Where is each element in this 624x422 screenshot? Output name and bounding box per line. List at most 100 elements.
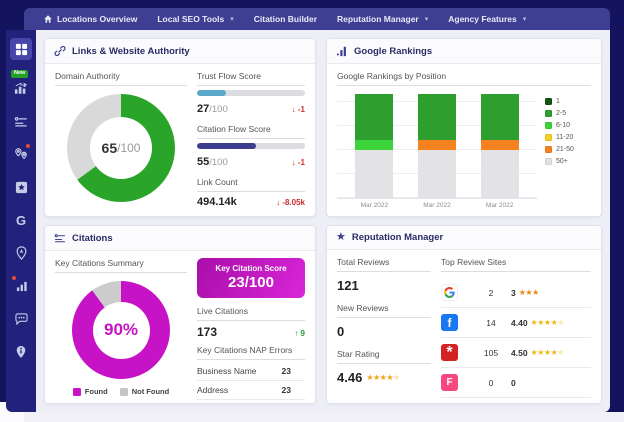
bar-chart-icon (336, 45, 348, 57)
nav-agency-features[interactable]: Agency Features▾ (439, 8, 535, 30)
panel-header: ★ Reputation Manager (327, 226, 601, 250)
sidebar-item-map-pins[interactable] (10, 143, 32, 165)
nav-reputation-manager[interactable]: Reputation Manager▾ (328, 8, 437, 30)
star-rating-stars: ★★★★★ (366, 374, 399, 382)
domain-authority-label: Domain Authority (55, 71, 187, 86)
bar-segment-21-50 (418, 140, 456, 150)
star-rating: Star Rating 4.46★★★★★ (337, 349, 431, 385)
rankings-chart-icon (14, 82, 28, 95)
google-g-icon: G (16, 213, 26, 228)
stacked-bar (418, 94, 456, 198)
citations-summary-label: Key Citations Summary (55, 258, 187, 273)
panel-header: Google Rankings (327, 39, 601, 64)
chevron-down-icon: ▾ (425, 15, 429, 23)
sidebar-item-reviews[interactable] (10, 176, 32, 198)
citations-donut-legend: Found Not Found (55, 387, 187, 396)
nap-row-business-name: Business Name 23 (197, 362, 305, 381)
info-pin-icon (15, 345, 27, 359)
bar-segment-2-5 (355, 94, 393, 140)
citations-donut: 90% (72, 281, 170, 379)
rankings-subtitle: Google Rankings by Position (337, 71, 591, 86)
sidebar-item-chat[interactable] (10, 308, 32, 330)
legend-item: 2-5 (545, 110, 591, 117)
nav-local-seo-tools[interactable]: Local SEO Tools▾ (148, 8, 242, 30)
panel-title: Reputation Manager (352, 232, 443, 243)
sidebar-item-gmb[interactable] (10, 242, 32, 264)
x-axis-label: Mar 2022 (481, 202, 519, 209)
yelp-icon: * (441, 344, 458, 361)
bar-segment-6-10 (355, 140, 393, 150)
chevron-down-icon: ▾ (523, 15, 527, 23)
domain-authority-donut: 65/100 (67, 94, 175, 202)
nap-row-address: Address 23 (197, 381, 305, 400)
sidebar-item-google[interactable]: G (10, 209, 32, 231)
legend-item: 6-10 (545, 122, 591, 129)
panel-header: Links & Website Authority (45, 39, 315, 64)
review-star-icon (15, 181, 28, 194)
review-site-row-google[interactable]: 2 3★★★ (441, 278, 591, 308)
map-pins-icon (14, 147, 28, 161)
legend-item: 11-20 (545, 134, 591, 141)
google-icon (441, 284, 458, 301)
foursquare-icon: F (441, 374, 458, 391)
metric-citation-flow: Citation Flow Score 55/100 ↓ -1 (197, 124, 305, 170)
new-reviews: New Reviews 0 (337, 303, 431, 339)
rankings-legend: 1 2-5 6-10 11-20 21-50 50+ (545, 94, 591, 209)
total-reviews: Total Reviews 121 (337, 257, 431, 293)
sidebar-item-analytics[interactable] (10, 275, 32, 297)
top-review-sites-label: Top Review Sites (441, 257, 591, 272)
bar-segment-2-5 (481, 94, 519, 140)
panel-google-rankings: Google Rankings Google Rankings by Posit… (326, 38, 602, 217)
nav-citation-builder[interactable]: Citation Builder (245, 8, 326, 30)
panel-citations: Citations Key Citations Summary 90% Foun… (44, 225, 316, 404)
legend-item: 50+ (545, 158, 591, 165)
panel-title: Citations (72, 233, 113, 244)
review-site-row-yelp[interactable]: * 105 4.50★★★★★ (441, 338, 591, 368)
sidebar-item-rankings[interactable]: New (10, 77, 32, 99)
panel-links-website-authority: Links & Website Authority Domain Authori… (44, 38, 316, 217)
dashboard-grid-icon (15, 43, 28, 56)
legend-item: 1 (545, 98, 591, 105)
nav-locations-overview[interactable]: Locations Overview (34, 8, 146, 30)
rankings-chart: Mar 2022Mar 2022Mar 2022 12-56-1011-2021… (337, 94, 591, 209)
review-site-row-facebook[interactable]: f 14 4.40★★★★★ (441, 308, 591, 338)
delta-badge: ↓ -1 (292, 105, 305, 114)
sidebar-item-dashboard[interactable] (10, 38, 32, 60)
location-pin-arrow-icon (15, 246, 28, 260)
stacked-bar (481, 94, 519, 198)
citations-donut-value: 90% (104, 320, 138, 340)
sidebar-item-citations[interactable] (10, 110, 32, 132)
metric-link-count: Link Count 494.14k ↓ -8.05k (197, 177, 305, 208)
home-icon (43, 14, 53, 24)
rankings-xlabels: Mar 2022Mar 2022Mar 2022 (337, 199, 537, 209)
metric-trust-flow: Trust Flow Score 27/100 ↓ -1 (197, 71, 305, 117)
analytics-bars-icon (15, 280, 28, 292)
sidebar: New G (6, 30, 36, 412)
link-icon (54, 45, 66, 57)
live-citations-value: 173 (197, 325, 217, 339)
legend-item: 21-50 (545, 146, 591, 153)
citations-list-icon (14, 115, 28, 128)
panel-title: Links & Website Authority (72, 46, 190, 57)
notification-dot (12, 276, 16, 280)
nap-errors-label: Key Citations NAP Errors (197, 345, 305, 360)
top-nav: Locations Overview Local SEO Tools▾ Cita… (24, 8, 610, 30)
star-icon: ★ (336, 232, 346, 243)
metric-linking-domains: Linking Domains 21,836 ↑ 108 (197, 215, 305, 217)
sidebar-item-local-info[interactable] (10, 341, 32, 363)
review-site-row-yellowpages[interactable]: ⚠ No Listing Found (441, 398, 591, 404)
bar-segment-50+ (418, 150, 456, 198)
citations-icon (54, 232, 66, 244)
bar-segment-50+ (355, 150, 393, 198)
stacked-bar (355, 94, 393, 198)
delta-badge: ↓ -8.05k (276, 198, 305, 207)
x-axis-label: Mar 2022 (355, 202, 393, 209)
dashboard-content: Links & Website Authority Domain Authori… (36, 30, 610, 412)
found-swatch (73, 388, 81, 396)
backdrop-bottom (0, 412, 624, 422)
live-citations-label: Live Citations (197, 306, 305, 321)
delta-badge: ↑ 9 (294, 329, 305, 338)
delta-badge: ↓ -1 (292, 158, 305, 167)
chat-icon (15, 313, 28, 325)
review-site-row-foursquare[interactable]: F 0 0 (441, 368, 591, 398)
